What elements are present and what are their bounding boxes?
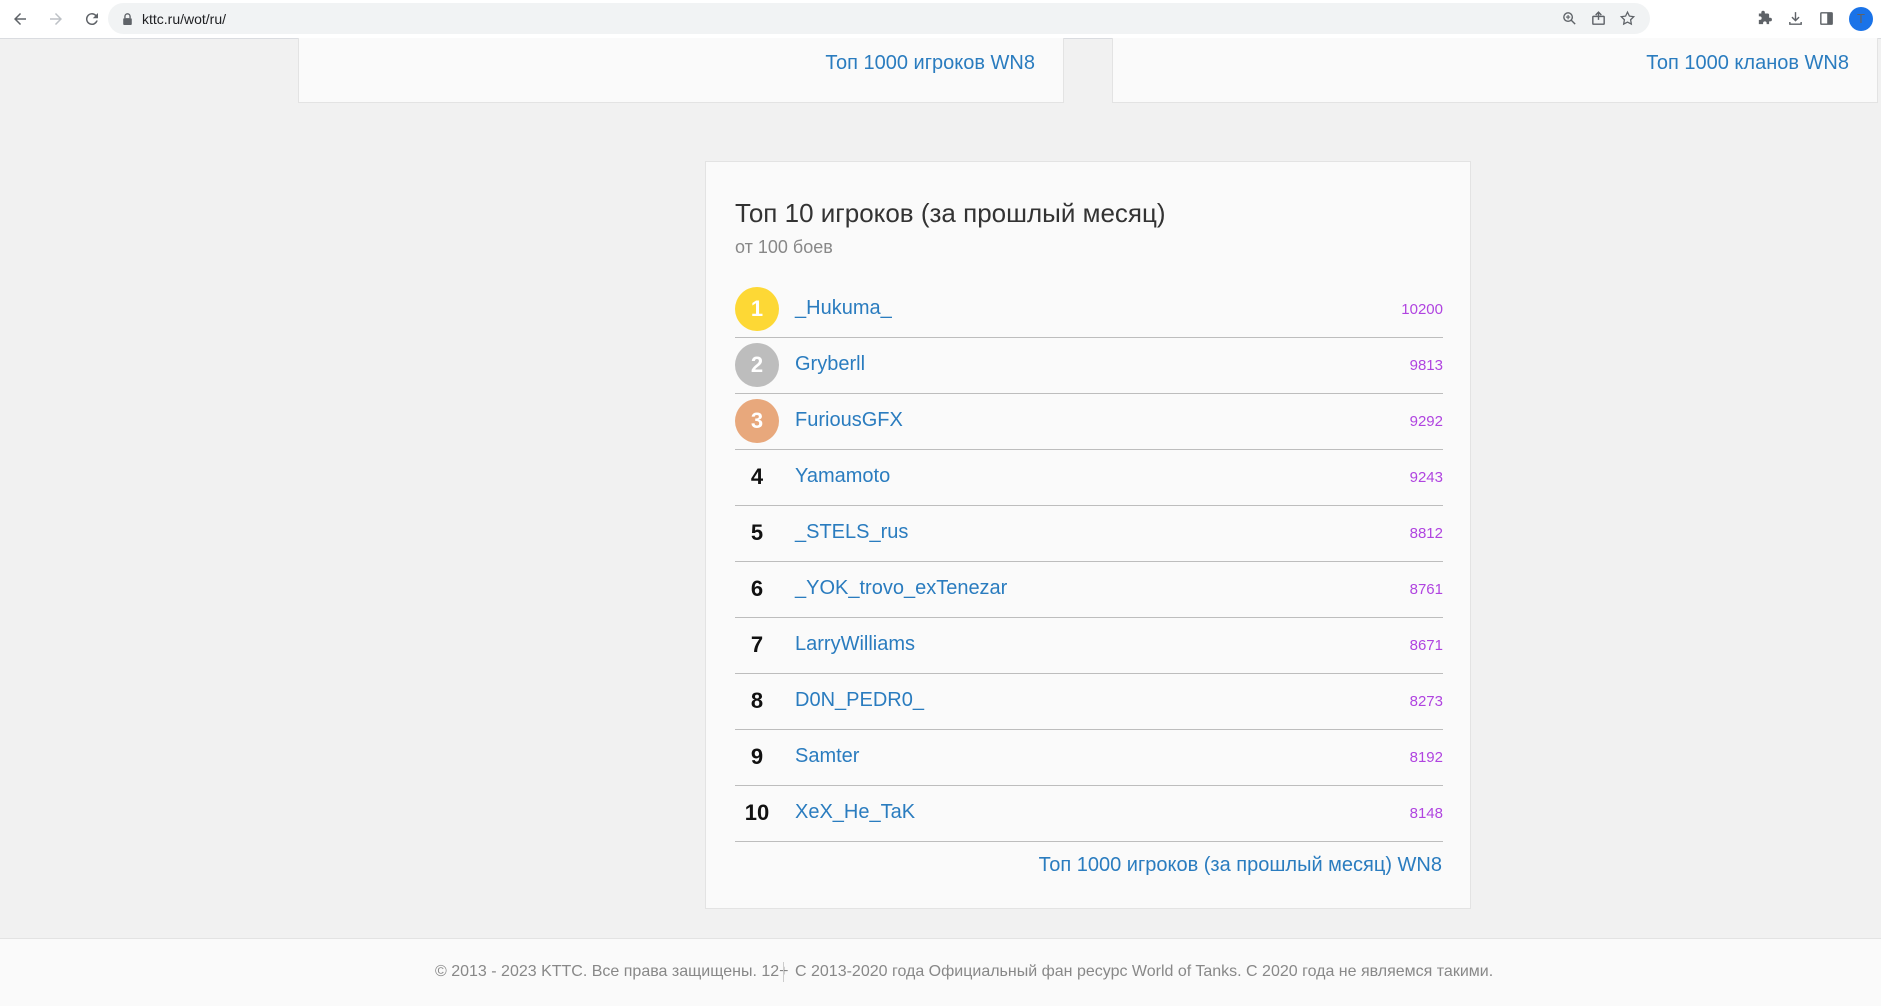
share-icon[interactable] [1590, 10, 1607, 27]
list-item: 5 _STELS_rus 8812 [735, 506, 1443, 562]
top-clans-card: Топ 1000 кланов WN8 [1112, 38, 1878, 103]
list-item: 1 _Hukuma_ 10200 [735, 282, 1443, 338]
player-score: 8761 [1409, 581, 1443, 598]
list-item: 4 Yamamoto 9243 [735, 450, 1443, 506]
zoom-icon[interactable] [1561, 10, 1578, 27]
list-item: 10 XeX_He_TaK 8148 [735, 786, 1443, 842]
back-arrow-icon[interactable] [4, 3, 36, 35]
player-name-link[interactable]: Samter [795, 745, 859, 768]
reload-icon[interactable] [76, 3, 108, 35]
lock-icon [123, 12, 132, 25]
browser-toolbar: kttc.ru/wot/ru/ T [0, 0, 1881, 39]
player-name-link[interactable]: XeX_He_TaK [795, 801, 915, 824]
player-name-link[interactable]: D0N_PEDR0_ [795, 689, 924, 712]
rank-number: 6 [750, 576, 764, 601]
player-name-link[interactable]: _Hukuma_ [795, 297, 892, 320]
rank-number: 4 [750, 464, 764, 489]
footer-copyright: © 2013 - 2023 KTTC. Все права защищены. … [435, 963, 789, 980]
player-score: 8148 [1409, 805, 1443, 822]
player-name-link[interactable]: _YOK_trovo_exTenezar [795, 577, 1007, 600]
download-icon[interactable] [1787, 10, 1804, 27]
profile-avatar[interactable]: T [1849, 6, 1873, 31]
rank-number: 8 [750, 688, 764, 713]
top-1000-clans-link[interactable]: Топ 1000 кланов WN8 [1646, 52, 1849, 75]
top-players-card: Топ 1000 игроков WN8 [298, 38, 1064, 103]
player-name-link[interactable]: _STELS_rus [795, 521, 908, 544]
rank-number: 5 [750, 520, 764, 545]
player-score: 8273 [1409, 693, 1443, 710]
player-score: 9243 [1409, 469, 1443, 486]
players-list: 1 _Hukuma_ 10200 2 Gryberll 9813 3 Furio… [735, 282, 1443, 842]
list-item: 2 Gryberll 9813 [735, 338, 1443, 394]
player-score: 10200 [1401, 301, 1443, 318]
list-item: 8 D0N_PEDR0_ 8273 [735, 674, 1443, 730]
panel-subtitle: от 100 боев [735, 237, 833, 257]
footer-divider [783, 962, 784, 982]
player-name-link[interactable]: Yamamoto [795, 465, 890, 488]
footer-note: С 2013-2020 года Официальный фан ресурс … [795, 963, 1494, 980]
player-score: 8671 [1409, 637, 1443, 654]
url-text: kttc.ru/wot/ru/ [142, 10, 227, 27]
rank-number: 7 [750, 632, 764, 657]
address-bar[interactable]: kttc.ru/wot/ru/ [108, 3, 1650, 34]
player-name-link[interactable]: Gryberll [795, 353, 865, 376]
player-score: 9292 [1409, 413, 1443, 430]
forward-arrow-icon[interactable] [40, 3, 72, 35]
side-panel-icon[interactable] [1818, 10, 1835, 27]
list-item: 3 FuriousGFX 9292 [735, 394, 1443, 450]
player-score: 9813 [1409, 357, 1443, 374]
top-1000-monthly-link[interactable]: Топ 1000 игроков (за прошлый месяц) WN8 [1039, 854, 1442, 877]
rank-number: 9 [750, 744, 764, 769]
player-name-link[interactable]: FuriousGFX [795, 409, 903, 432]
player-name-link[interactable]: LarryWilliams [795, 633, 915, 656]
panel-title: Топ 10 игроков (за прошлый месяц) [735, 198, 1166, 228]
extensions-icon[interactable] [1756, 10, 1773, 27]
top-1000-players-link[interactable]: Топ 1000 игроков WN8 [825, 52, 1035, 75]
rank-number: 10 [744, 800, 770, 825]
list-item: 7 LarryWilliams 8671 [735, 618, 1443, 674]
list-item: 6 _YOK_trovo_exTenezar 8761 [735, 562, 1443, 618]
rank-badge-silver: 2 [735, 343, 779, 387]
bookmark-star-icon[interactable] [1619, 10, 1636, 27]
footer: © 2013 - 2023 KTTC. Все права защищены. … [0, 938, 1881, 1006]
player-score: 8192 [1409, 749, 1443, 766]
rank-badge-gold: 1 [735, 287, 779, 331]
list-item: 9 Samter 8192 [735, 730, 1443, 786]
rank-badge-bronze: 3 [735, 399, 779, 443]
player-score: 8812 [1409, 525, 1443, 542]
top-10-players-panel: Топ 10 игроков (за прошлый месяц) от 100… [705, 161, 1471, 909]
